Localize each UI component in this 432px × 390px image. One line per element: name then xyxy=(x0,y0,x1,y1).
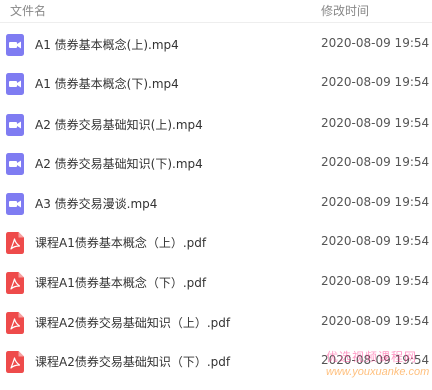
file-row[interactable]: 课程A1债券基本概念（下）.pdf 2020-08-09 19:54 xyxy=(0,263,432,303)
file-name[interactable]: 课程A2债券交易基础知识（下）.pdf xyxy=(35,353,230,370)
file-name[interactable]: 课程A2债券交易基础知识（上）.pdf xyxy=(35,314,230,331)
file-row[interactable]: 课程A1债券基本概念（上）.pdf 2020-08-09 19:54 xyxy=(0,223,432,263)
file-modified-time: 2020-08-09 19:54 xyxy=(321,75,430,89)
file-modified-time: 2020-08-09 19:54 xyxy=(321,36,430,50)
file-row[interactable]: A2 债券交易基础知识(下).mp4 2020-08-09 19:54 xyxy=(0,144,432,184)
file-name[interactable]: A2 债券交易基础知识(上).mp4 xyxy=(35,116,203,133)
column-header-name[interactable]: 文件名 xyxy=(10,2,46,19)
pdf-file-icon xyxy=(6,312,24,334)
file-row[interactable]: 课程A2债券交易基础知识（下）.pdf 2020-08-09 19:54 xyxy=(0,342,432,382)
file-modified-time: 2020-08-09 19:54 xyxy=(321,195,430,209)
file-modified-time: 2020-08-09 19:54 xyxy=(321,314,430,328)
file-name[interactable]: 课程A1债券基本概念（下）.pdf xyxy=(35,274,206,291)
file-name[interactable]: 课程A1债券基本概念（上）.pdf xyxy=(35,234,206,251)
file-row[interactable]: 课程A2债券交易基础知识（上）.pdf 2020-08-09 19:54 xyxy=(0,303,432,343)
pdf-file-icon xyxy=(6,232,24,254)
file-modified-time: 2020-08-09 19:54 xyxy=(321,116,430,130)
file-row[interactable]: A2 债券交易基础知识(上).mp4 2020-08-09 19:54 xyxy=(0,105,432,145)
file-list-header: 文件名 修改时间 xyxy=(0,0,432,23)
file-row[interactable]: A1 债券基本概念(上).mp4 2020-08-09 19:54 xyxy=(0,25,432,65)
pdf-file-icon xyxy=(6,272,24,294)
video-file-icon xyxy=(6,153,24,175)
file-modified-time: 2020-08-09 19:54 xyxy=(321,353,430,367)
video-file-icon xyxy=(6,34,24,56)
file-modified-time: 2020-08-09 19:54 xyxy=(321,234,430,248)
pdf-file-icon xyxy=(6,351,24,373)
file-name[interactable]: A3 债券交易漫谈.mp4 xyxy=(35,195,157,212)
video-file-icon xyxy=(6,114,24,136)
file-name[interactable]: A1 债券基本概念(下).mp4 xyxy=(35,75,179,92)
video-file-icon xyxy=(6,193,24,215)
column-header-modified-time[interactable]: 修改时间 xyxy=(321,2,369,19)
file-row[interactable]: A3 债券交易漫谈.mp4 2020-08-09 19:54 xyxy=(0,184,432,224)
file-modified-time: 2020-08-09 19:54 xyxy=(321,274,430,288)
file-modified-time: 2020-08-09 19:54 xyxy=(321,155,430,169)
file-name[interactable]: A2 债券交易基础知识(下).mp4 xyxy=(35,155,203,172)
file-name[interactable]: A1 债券基本概念(上).mp4 xyxy=(35,36,179,53)
file-row[interactable]: A1 债券基本概念(下).mp4 2020-08-09 19:54 xyxy=(0,64,432,104)
video-file-icon xyxy=(6,73,24,95)
